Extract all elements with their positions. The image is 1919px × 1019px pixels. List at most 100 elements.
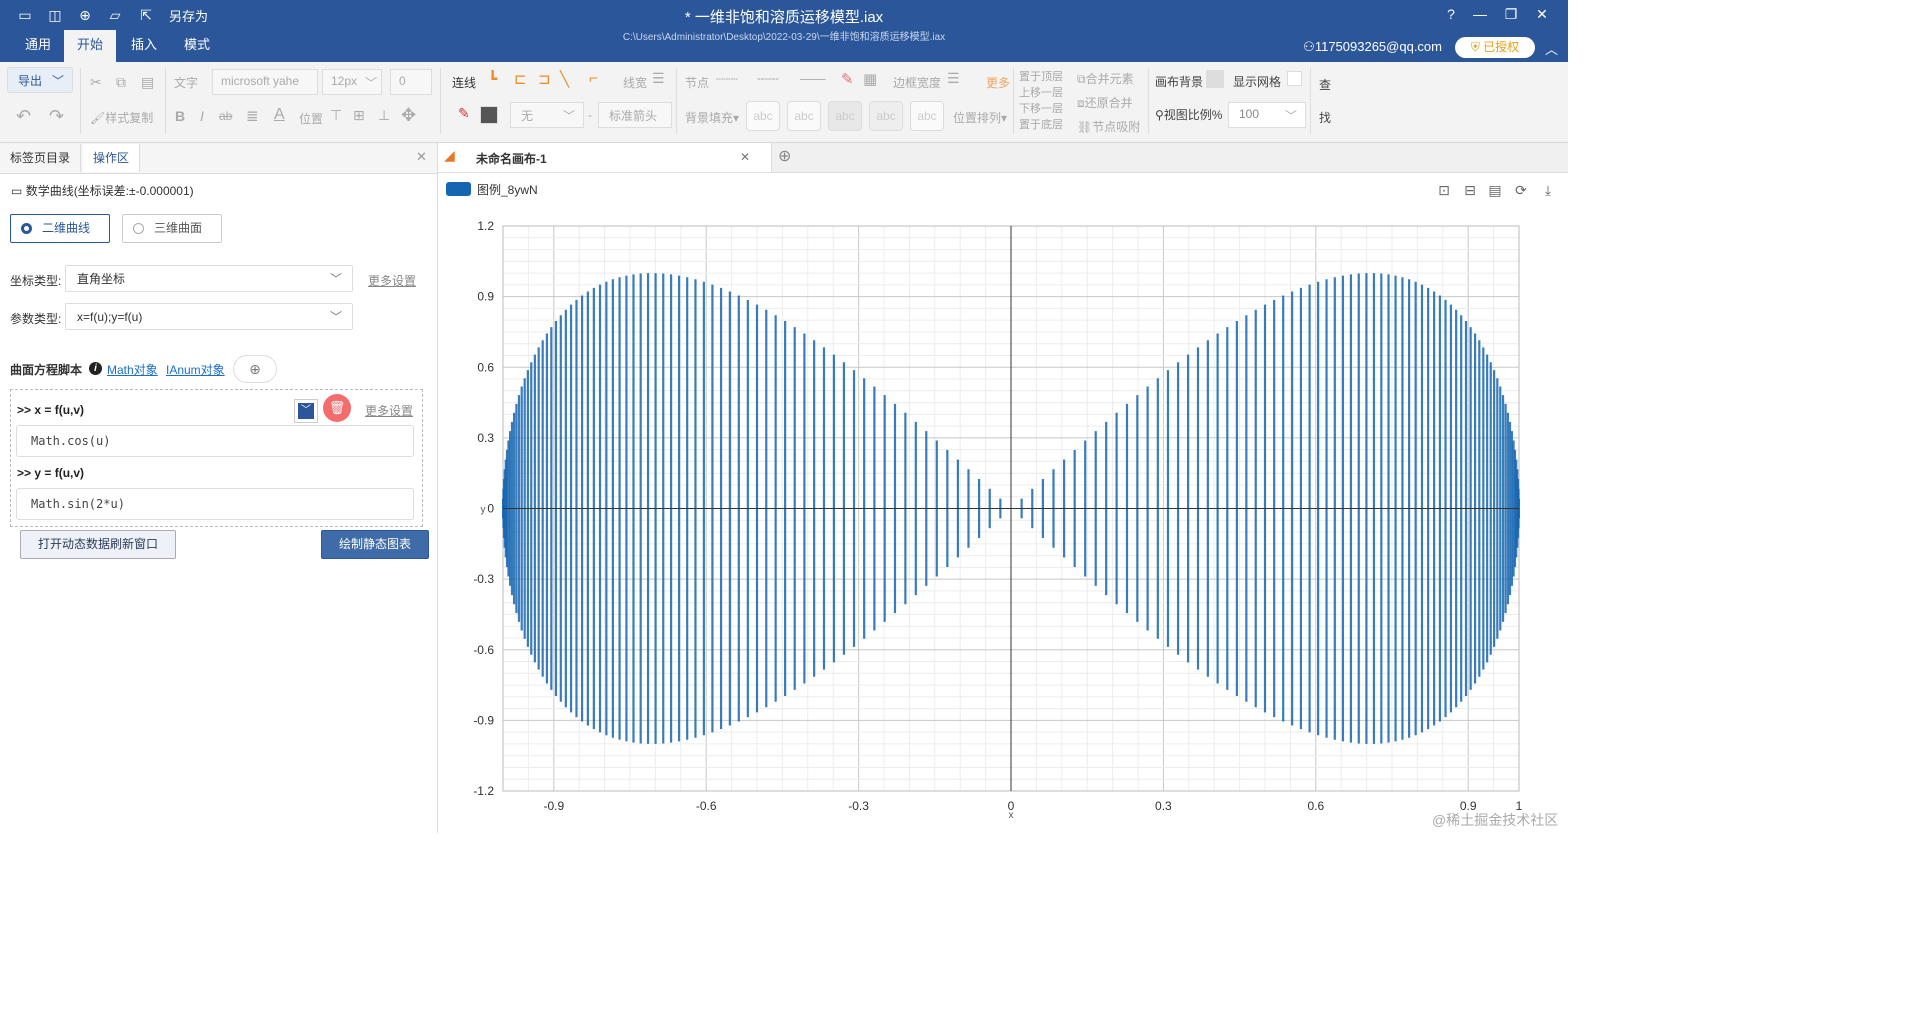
font-family-select[interactable]: microsoft yahe xyxy=(212,69,318,95)
align-icon[interactable]: ≣ xyxy=(246,107,259,125)
add-tab-icon[interactable]: ⊕ xyxy=(778,146,791,166)
canvas-bg-swatch[interactable] xyxy=(1206,70,1224,88)
merge-button[interactable]: ⧉合并元素 xyxy=(1077,70,1134,87)
cut-icon[interactable]: ✂ xyxy=(90,74,102,91)
distribute-icon[interactable]: ⊞ xyxy=(353,107,365,124)
node-dashed-icon[interactable]: ╌╌╌ xyxy=(757,72,779,86)
view-scale-input[interactable]: 100 ﹀ xyxy=(1228,102,1306,128)
ianum-object-link[interactable]: IAnum对象 xyxy=(166,361,225,378)
math-object-link[interactable]: Math对象 xyxy=(107,361,158,378)
y-expr-input[interactable]: Math.sin(2*u) xyxy=(16,488,414,520)
more-settings-link[interactable]: 更多设置 xyxy=(368,272,416,289)
text-style-1[interactable]: abc xyxy=(746,101,780,131)
tab-insert[interactable]: 插入 xyxy=(118,30,170,62)
copy-icon[interactable]: ⧉ xyxy=(116,74,126,91)
border-width-icon[interactable]: ☰ xyxy=(947,70,960,87)
close-tab-icon[interactable]: ✕ xyxy=(740,150,750,164)
tab-start[interactable]: 开始 xyxy=(64,30,117,62)
y-tick-label: 1.2 xyxy=(477,219,494,233)
collapse-ribbon-icon[interactable]: ︿ xyxy=(1545,39,1558,58)
minimize-button[interactable]: — xyxy=(1468,4,1492,24)
y-tick-label: 0 xyxy=(487,502,494,516)
tab-mode[interactable]: 模式 xyxy=(171,30,223,62)
chevron-down-icon: ﹀ xyxy=(329,272,342,286)
show-grid-checkbox[interactable] xyxy=(1287,71,1302,86)
move-icon[interactable]: ✥ xyxy=(401,105,416,126)
canvas-tab[interactable]: ◢ 未命名画布-1 ✕ xyxy=(438,143,772,172)
bold-icon[interactable]: B xyxy=(175,108,185,124)
find-button-bottom[interactable]: 找 xyxy=(1319,109,1331,126)
tab-general[interactable]: 通用 xyxy=(12,30,64,62)
text-style-5[interactable]: abc xyxy=(910,101,944,131)
text-style-4[interactable]: abc xyxy=(869,101,903,131)
connector-step-icon[interactable]: ⊏ xyxy=(514,70,527,88)
chart-canvas[interactable]: -0.9 -0.6 -0.3 0 0.3 0.6 0.9 11.20.90.60.30-0.3… xyxy=(438,172,1568,833)
close-button[interactable]: ✕ xyxy=(1530,4,1554,24)
line-color-icon[interactable]: ✎ xyxy=(458,105,470,122)
chevron-down-icon: ﹀ xyxy=(1285,109,1298,123)
send-to-back-button[interactable]: 置于底层 xyxy=(1019,116,1063,132)
licensed-badge[interactable]: ⛨ 已授权 xyxy=(1455,37,1535,58)
align-bottom-icon[interactable]: ⊥ xyxy=(378,107,390,124)
view-scale-label: ⚲视图比例% xyxy=(1155,108,1223,122)
show-grid-label: 显示网格 xyxy=(1233,75,1282,89)
connector-elbow-icon[interactable]: ┗ xyxy=(488,70,497,88)
document-title: * 一维非饱和溶质运移模型.iax xyxy=(684,9,884,26)
bring-to-front-button[interactable]: 置于顶层 xyxy=(1019,68,1063,84)
radio-2d-curve[interactable]: 二维曲线 xyxy=(10,214,110,243)
connector-curve-icon[interactable]: ⊐ xyxy=(538,70,551,88)
style-copy-button[interactable]: 🖌样式复制 xyxy=(90,109,153,126)
align-top-icon[interactable]: ⊤ xyxy=(330,107,342,124)
script-more-settings-link[interactable]: 更多设置 xyxy=(365,402,413,419)
param-type-select[interactable]: x=f(u);y=f(u) ﹀ xyxy=(65,303,353,330)
line-style-select[interactable]: 无 ﹀ xyxy=(510,102,584,128)
font-weight-select[interactable]: 0 xyxy=(390,69,432,95)
transparent-icon[interactable]: ▦ xyxy=(863,70,877,88)
send-backward-button[interactable]: 下移一层 xyxy=(1019,100,1063,116)
font-size-select[interactable]: 12px ﹀ xyxy=(322,69,382,95)
text-style-3[interactable]: abc xyxy=(828,101,862,131)
x-expr-input[interactable]: Math.cos(u) xyxy=(16,425,414,457)
border-width-label: 边框宽度 xyxy=(893,76,942,90)
open-dynamic-window-button[interactable]: 打开动态数据刷新窗口 xyxy=(20,530,176,559)
delete-icon[interactable]: 🗑 xyxy=(323,394,351,422)
help-icon[interactable]: ? xyxy=(1439,4,1463,24)
coord-type-select[interactable]: 直角坐标 ﹀ xyxy=(65,265,353,292)
bring-forward-button[interactable]: 上移一层 xyxy=(1019,84,1063,100)
user-account[interactable]: ⚇1175093265@qq.com xyxy=(1303,39,1442,55)
add-script-icon[interactable]: ⊕ xyxy=(233,355,277,383)
line-width-icon[interactable]: ☰ xyxy=(652,70,665,87)
info-icon[interactable]: i xyxy=(89,362,102,375)
undo-icon[interactable]: ↶ xyxy=(16,106,31,127)
restore-button[interactable]: ❐ xyxy=(1499,4,1523,24)
position-arrange-dropdown[interactable]: 位置排列▾ xyxy=(953,109,1007,126)
close-panel-icon[interactable]: ✕ xyxy=(416,149,427,165)
export-dropdown[interactable]: 导出 ﹀ xyxy=(7,67,73,93)
radio-3d-surface[interactable]: 三维曲面 xyxy=(122,214,222,243)
tab-page-directory[interactable]: 标签页目录 xyxy=(0,144,82,172)
y-tick-label: -0.6 xyxy=(473,643,494,657)
more-button[interactable]: 更多 xyxy=(986,74,1010,91)
arrow-style-select[interactable]: 标准箭头 xyxy=(598,102,672,128)
node-dotted-icon[interactable]: ┄┄┄ xyxy=(716,72,738,86)
redo-icon[interactable]: ↷ xyxy=(49,106,64,127)
font-color-icon[interactable]: A xyxy=(274,106,285,124)
unmerge-button[interactable]: ⧈还原合并 xyxy=(1077,94,1133,111)
tab-operation-area[interactable]: 操作区 xyxy=(83,144,141,172)
expand-button[interactable]: ﹀ xyxy=(294,399,318,423)
line-color-swatch[interactable] xyxy=(480,106,498,124)
italic-icon[interactable]: I xyxy=(200,108,204,124)
chevron-down-icon: ﹀ xyxy=(52,74,65,88)
node-solid-icon[interactable]: ─── xyxy=(800,72,826,86)
connector-bend-icon[interactable]: ⌐ xyxy=(589,70,598,87)
position-button[interactable]: 位置 xyxy=(299,110,323,127)
paste-icon[interactable]: ▤ xyxy=(141,74,154,91)
strikethrough-icon[interactable]: ab xyxy=(219,109,232,123)
node-snap-button[interactable]: ⛓节点吸附 xyxy=(1077,118,1140,135)
find-button-top[interactable]: 查 xyxy=(1319,76,1331,93)
draw-static-chart-button[interactable]: 绘制静态图表 xyxy=(321,530,429,559)
connector-straight-icon[interactable]: ╲ xyxy=(560,70,569,88)
fill-color-icon[interactable]: ✎ xyxy=(841,70,854,88)
bg-fill-dropdown[interactable]: 背景填充▾ xyxy=(685,109,739,126)
text-style-2[interactable]: abc xyxy=(787,101,821,131)
